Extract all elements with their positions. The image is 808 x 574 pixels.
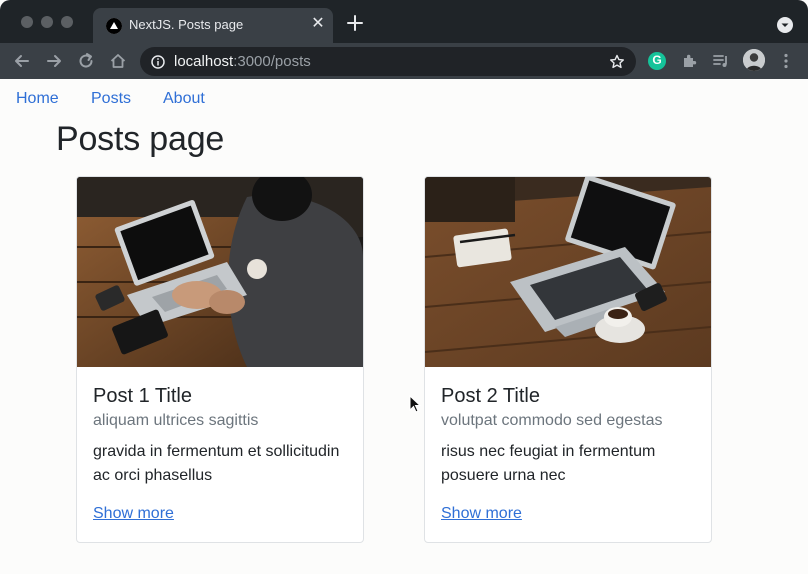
nextjs-favicon-icon (106, 18, 122, 34)
bookmark-star-icon[interactable] (609, 54, 625, 70)
url-host: localhost (174, 53, 234, 70)
media-queue-icon[interactable] (711, 51, 731, 71)
show-more-link[interactable]: Show more (441, 505, 522, 523)
nav-posts-link[interactable]: Posts (91, 90, 131, 108)
address-bar[interactable]: localhost:3000/posts (140, 47, 636, 76)
tab-title: NextJS. Posts page (129, 17, 244, 32)
back-arrow-icon[interactable] (12, 51, 32, 71)
url-text[interactable]: localhost:3000/posts (174, 53, 311, 70)
post-subtitle: aliquam ultrices sagittis (93, 412, 259, 429)
nav-about-link[interactable]: About (163, 90, 205, 108)
browser-tab[interactable]: NextJS. Posts page ✕ (93, 8, 333, 43)
browser-window: NextJS. Posts page ✕ localhost:3000/post… (0, 0, 808, 574)
post-excerpt: gravida in fermentum et sollicitudin ac … (93, 443, 340, 484)
home-icon[interactable] (108, 51, 128, 71)
url-path: :3000/posts (233, 53, 311, 70)
post-card: Post 2 Title volutpat commodo sed egesta… (424, 176, 712, 543)
post-title: Post 1 Title (93, 385, 192, 407)
window-close-dot[interactable] (21, 16, 33, 28)
post-image (425, 177, 711, 367)
show-more-link[interactable]: Show more (93, 505, 174, 523)
post-subtitle: volutpat commodo sed egestas (441, 412, 663, 429)
page-title: Posts page (56, 120, 225, 158)
mouse-pointer-icon (409, 394, 422, 413)
forward-arrow-icon[interactable] (44, 51, 64, 71)
window-zoom-dot[interactable] (61, 16, 73, 28)
site-info-icon[interactable] (151, 55, 165, 69)
extensions-puzzle-icon[interactable] (680, 51, 700, 71)
post-card: Post 1 Title aliquam ultrices sagittis g… (76, 176, 364, 543)
browser-menu-kebab-icon[interactable] (776, 51, 796, 71)
reload-icon[interactable] (76, 51, 96, 71)
grammarly-extension-icon[interactable]: G (648, 52, 666, 70)
window-minimize-dot[interactable] (41, 16, 53, 28)
post-image (77, 177, 363, 367)
nav-home-link[interactable]: Home (16, 90, 59, 108)
tab-strip: NextJS. Posts page ✕ (0, 0, 808, 43)
tab-search-icon[interactable] (777, 17, 793, 33)
post-excerpt: risus nec feugiat in fermentum posuere u… (441, 443, 656, 484)
profile-avatar[interactable] (743, 49, 765, 71)
new-tab-icon[interactable] (344, 12, 366, 34)
tab-close-icon[interactable]: ✕ (309, 14, 327, 34)
post-title: Post 2 Title (441, 385, 540, 407)
